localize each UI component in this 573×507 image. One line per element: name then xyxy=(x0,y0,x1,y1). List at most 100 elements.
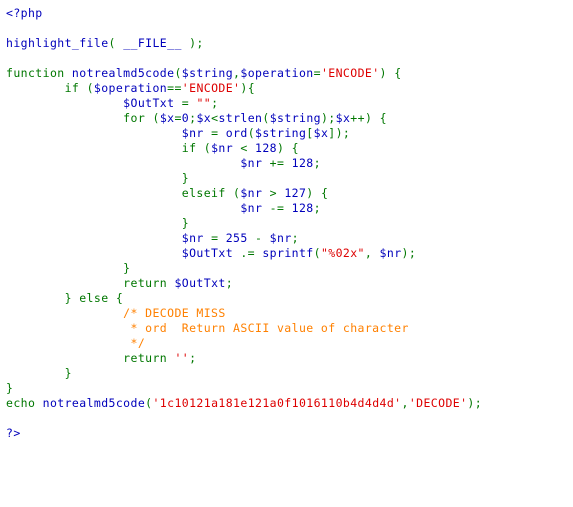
code-token-keyword: } xyxy=(6,381,14,395)
code-token-default: $string xyxy=(181,66,234,80)
code-token-string: 'DECODE' xyxy=(408,396,468,410)
code-line: echo notrealmd5code('1c10121a181e121a0f1… xyxy=(6,396,573,411)
code-token-keyword: ( xyxy=(108,36,124,50)
code-token-default: $nr xyxy=(6,156,270,170)
code-token-keyword: = xyxy=(211,231,226,245)
code-token-keyword: ; xyxy=(313,156,321,170)
code-token-default: $operation xyxy=(240,66,314,80)
code-token-keyword: , xyxy=(401,396,409,410)
code-token-keyword: ++) { xyxy=(350,111,387,125)
code-token-keyword: } xyxy=(6,171,190,185)
code-token-keyword: = xyxy=(174,111,182,125)
code-token-keyword: ; xyxy=(189,351,197,365)
code-token-default: ord xyxy=(225,126,248,140)
code-token-keyword: ; xyxy=(225,276,234,290)
code-token-keyword: < xyxy=(240,141,256,155)
code-token-keyword: } xyxy=(6,366,72,380)
code-token-keyword: ){ xyxy=(240,81,256,95)
code-line: } xyxy=(6,366,573,381)
code-token-default: $nr xyxy=(211,141,241,155)
code-token-keyword: ); xyxy=(189,36,204,50)
code-token-keyword: ( xyxy=(152,111,160,125)
code-line: function notrealmd5code($string,$operati… xyxy=(6,66,573,81)
code-token-keyword: = xyxy=(211,126,226,140)
code-line: * ord Return ASCII value of character xyxy=(6,321,573,336)
code-token-string: 'ENCODE' xyxy=(320,66,380,80)
code-token-keyword: [ xyxy=(306,126,314,140)
code-line: return ''; xyxy=(6,351,573,366)
code-token-default: notrealmd5code xyxy=(71,66,175,80)
code-token-default: $OutTxt xyxy=(6,246,241,260)
code-token-default: notrealmd5code xyxy=(42,396,146,410)
code-token-keyword: - xyxy=(255,231,270,245)
code-line: } xyxy=(6,216,573,231)
code-token-default: $nr xyxy=(6,231,212,245)
code-token-keyword: ; xyxy=(291,231,299,245)
code-line: $nr += 128; xyxy=(6,156,573,171)
code-token-default: strlen xyxy=(218,111,263,125)
code-line: highlight_file( __FILE__ ); xyxy=(6,36,573,51)
code-line: $nr = 255 - $nr; xyxy=(6,231,573,246)
code-token-string: "%02x" xyxy=(320,246,365,260)
code-token-default: $nr xyxy=(379,246,402,260)
code-token-keyword: } else { xyxy=(6,291,124,305)
code-token-keyword: if xyxy=(6,81,87,95)
code-token-keyword: .= xyxy=(240,246,263,260)
code-token-keyword: for xyxy=(6,111,153,125)
code-token-comment: */ xyxy=(6,336,146,350)
code-token-html: ?> xyxy=(6,426,21,440)
code-token-keyword: } xyxy=(6,216,190,230)
code-token-keyword: ( xyxy=(203,141,212,155)
code-token-keyword: ( xyxy=(86,81,94,95)
code-token-default: $x xyxy=(159,111,175,125)
code-line: for ($x=0;$x<strlen($string);$x++) { xyxy=(6,111,573,126)
code-token-keyword: > xyxy=(269,186,285,200)
code-line: } xyxy=(6,381,573,396)
code-token-keyword: == xyxy=(167,81,182,95)
code-token-keyword: echo xyxy=(6,396,43,410)
code-token-keyword: ( xyxy=(174,66,182,80)
code-line: $nr = ord($string[$x]); xyxy=(6,126,573,141)
code-token-keyword: ( xyxy=(313,246,321,260)
code-token-default: $nr xyxy=(6,201,270,215)
code-token-default: 128 xyxy=(291,201,314,215)
code-line: <?php xyxy=(6,6,573,21)
code-line: */ xyxy=(6,336,573,351)
code-token-default: $OutTxt xyxy=(174,276,226,290)
code-line: /* DECODE MISS xyxy=(6,306,573,321)
code-token-default: $x xyxy=(313,126,329,140)
code-token-keyword: ); xyxy=(320,111,336,125)
code-token-keyword: ; xyxy=(313,201,321,215)
code-token-keyword: elseif xyxy=(6,186,234,200)
code-token-default: 255 xyxy=(225,231,256,245)
code-token-string: 'ENCODE' xyxy=(181,81,241,95)
code-token-keyword: ; xyxy=(211,96,219,110)
code-token-keyword: ); xyxy=(467,396,483,410)
code-line: ?> xyxy=(6,426,573,441)
code-token-default: 128 xyxy=(255,141,278,155)
code-token-keyword: ( xyxy=(247,126,256,140)
code-token-keyword: ) { xyxy=(306,186,329,200)
code-token-keyword: = xyxy=(181,96,197,110)
code-token-keyword: ); xyxy=(401,246,417,260)
code-token-keyword: } xyxy=(6,261,131,275)
code-token-keyword: -= xyxy=(269,201,292,215)
code-token-default: 127 xyxy=(284,186,307,200)
code-token-default: $nr xyxy=(269,231,292,245)
code-token-default: sprintf xyxy=(262,246,314,260)
code-line: } xyxy=(6,171,573,186)
code-line: if ($operation=='ENCODE'){ xyxy=(6,81,573,96)
code-token-default: highlight_file xyxy=(6,36,109,50)
code-token-keyword: ]); xyxy=(328,126,351,140)
code-token-comment: * ord Return ASCII value of character xyxy=(6,321,409,335)
code-token-keyword: ) { xyxy=(277,141,299,155)
code-token-keyword: += xyxy=(269,156,292,170)
code-token-string: "" xyxy=(196,96,212,110)
code-token-default: $x xyxy=(196,111,212,125)
code-token-keyword: if xyxy=(6,141,204,155)
code-token-default: $operation xyxy=(93,81,168,95)
code-token-default: $x xyxy=(335,111,351,125)
